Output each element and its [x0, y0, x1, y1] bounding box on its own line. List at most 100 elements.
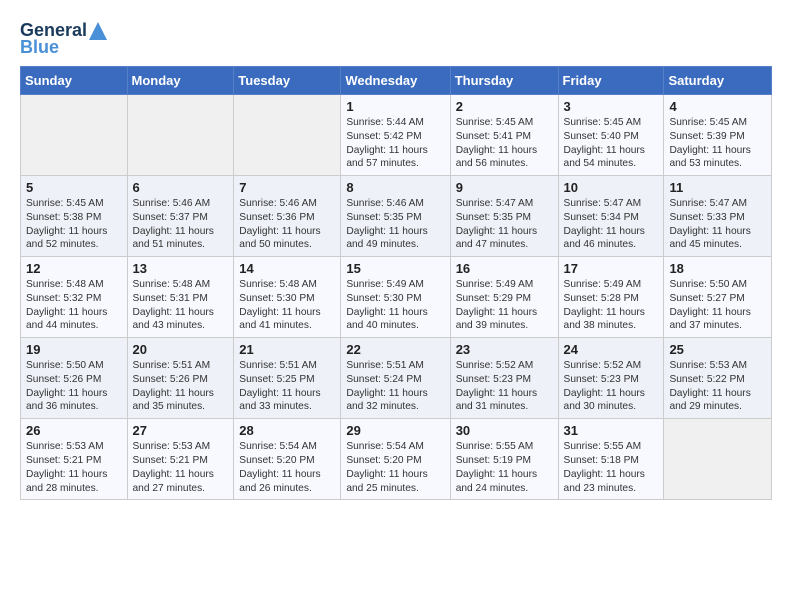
calendar-cell: 14 Sunrise: 5:48 AM Sunset: 5:30 PM Dayli…: [234, 257, 341, 338]
calendar-week-row: 12Sunrise: 5:48 AM Sunset: 5:32 PM Dayli…: [21, 257, 772, 338]
day-number: 31: [564, 423, 659, 438]
cell-info: Sunrise: 5:46 AM Sunset: 5:35 PM Dayligh…: [346, 197, 444, 252]
cell-info: Sunrise: 5:45 AM Sunset: 5:39 PM Dayligh…: [669, 116, 766, 171]
cell-info: Sunrise: 5:49 AM Sunset: 5:30 PM Dayligh…: [346, 278, 444, 333]
calendar-cell: 28 Sunrise: 5:54 AM Sunset: 5:20 PM Dayli…: [234, 419, 341, 500]
calendar-cell: 20 Sunrise: 5:51 AM Sunset: 5:26 PM Dayli…: [127, 338, 234, 419]
calendar-cell: 22Sunrise: 5:51 AM Sunset: 5:24 PM Dayli…: [341, 338, 450, 419]
calendar-cell: 3Sunrise: 5:45 AM Sunset: 5:40 PM Daylig…: [558, 95, 664, 176]
cell-info: Sunrise: 5:50 AM Sunset: 5:26 PM Dayligh…: [26, 359, 122, 414]
calendar-cell: 29 Sunrise: 5:54 AM Sunset: 5:20 PM Dayli…: [341, 419, 450, 500]
day-number: 14: [239, 261, 335, 276]
cell-info: Sunrise: 5:47 AM Sunset: 5:33 PM Dayligh…: [669, 197, 766, 252]
calendar-cell: 15 Sunrise: 5:49 AM Sunset: 5:30 PM Dayli…: [341, 257, 450, 338]
cell-info: Sunrise: 5:45 AM Sunset: 5:41 PM Dayligh…: [456, 116, 553, 171]
calendar-cell: 6 Sunrise: 5:46 AM Sunset: 5:37 PM Daylig…: [127, 176, 234, 257]
cell-info: Sunrise: 5:49 AM Sunset: 5:29 PM Dayligh…: [456, 278, 553, 333]
day-number: 30: [456, 423, 553, 438]
calendar-week-row: 5Sunrise: 5:45 AM Sunset: 5:38 PM Daylig…: [21, 176, 772, 257]
calendar-cell: [21, 95, 128, 176]
day-number: 26: [26, 423, 122, 438]
day-number: 18: [669, 261, 766, 276]
calendar-cell: [127, 95, 234, 176]
cell-info: Sunrise: 5:48 AM Sunset: 5:30 PM Dayligh…: [239, 278, 335, 333]
calendar-cell: 12Sunrise: 5:48 AM Sunset: 5:32 PM Dayli…: [21, 257, 128, 338]
calendar-cell: 26 Sunrise: 5:53 AM Sunset: 5:21 PM Dayli…: [21, 419, 128, 500]
calendar-cell: 2 Sunrise: 5:45 AM Sunset: 5:41 PM Daylig…: [450, 95, 558, 176]
day-number: 11: [669, 180, 766, 195]
calendar-cell: [234, 95, 341, 176]
day-number: 15: [346, 261, 444, 276]
cell-info: Sunrise: 5:47 AM Sunset: 5:34 PM Dayligh…: [564, 197, 659, 252]
day-number: 1: [346, 99, 444, 114]
logo: General Blue: [20, 20, 107, 58]
logo-blue: Blue: [20, 37, 59, 58]
day-number: 16: [456, 261, 553, 276]
cell-info: Sunrise: 5:54 AM Sunset: 5:20 PM Dayligh…: [346, 440, 444, 495]
calendar-cell: 23 Sunrise: 5:52 AM Sunset: 5:23 PM Dayli…: [450, 338, 558, 419]
weekday-header-tuesday: Tuesday: [234, 67, 341, 95]
cell-info: Sunrise: 5:53 AM Sunset: 5:21 PM Dayligh…: [133, 440, 229, 495]
day-number: 13: [133, 261, 229, 276]
calendar-cell: [664, 419, 772, 500]
weekday-header-saturday: Saturday: [664, 67, 772, 95]
cell-info: Sunrise: 5:51 AM Sunset: 5:25 PM Dayligh…: [239, 359, 335, 414]
calendar-cell: 27 Sunrise: 5:53 AM Sunset: 5:21 PM Dayli…: [127, 419, 234, 500]
calendar-cell: 5Sunrise: 5:45 AM Sunset: 5:38 PM Daylig…: [21, 176, 128, 257]
calendar-cell: 31 Sunrise: 5:55 AM Sunset: 5:18 PM Dayli…: [558, 419, 664, 500]
calendar-week-row: 26 Sunrise: 5:53 AM Sunset: 5:21 PM Dayli…: [21, 419, 772, 500]
calendar-cell: 19 Sunrise: 5:50 AM Sunset: 5:26 PM Dayli…: [21, 338, 128, 419]
calendar-week-row: 19 Sunrise: 5:50 AM Sunset: 5:26 PM Dayli…: [21, 338, 772, 419]
cell-info: Sunrise: 5:50 AM Sunset: 5:27 PM Dayligh…: [669, 278, 766, 333]
cell-info: Sunrise: 5:55 AM Sunset: 5:19 PM Dayligh…: [456, 440, 553, 495]
day-number: 20: [133, 342, 229, 357]
calendar-cell: 21Sunrise: 5:51 AM Sunset: 5:25 PM Dayli…: [234, 338, 341, 419]
day-number: 4: [669, 99, 766, 114]
calendar-cell: 1 Sunrise: 5:44 AM Sunset: 5:42 PM Daylig…: [341, 95, 450, 176]
day-number: 24: [564, 342, 659, 357]
weekday-header-monday: Monday: [127, 67, 234, 95]
calendar-week-row: 1 Sunrise: 5:44 AM Sunset: 5:42 PM Daylig…: [21, 95, 772, 176]
day-number: 22: [346, 342, 444, 357]
weekday-header-sunday: Sunday: [21, 67, 128, 95]
logo-triangle-icon: [89, 22, 107, 40]
cell-info: Sunrise: 5:54 AM Sunset: 5:20 PM Dayligh…: [239, 440, 335, 495]
calendar-header-row: SundayMondayTuesdayWednesdayThursdayFrid…: [21, 67, 772, 95]
calendar-table: SundayMondayTuesdayWednesdayThursdayFrid…: [20, 66, 772, 500]
cell-info: Sunrise: 5:44 AM Sunset: 5:42 PM Dayligh…: [346, 116, 444, 171]
calendar-cell: 25 Sunrise: 5:53 AM Sunset: 5:22 PM Dayli…: [664, 338, 772, 419]
calendar-cell: 17Sunrise: 5:49 AM Sunset: 5:28 PM Dayli…: [558, 257, 664, 338]
calendar-cell: 7Sunrise: 5:46 AM Sunset: 5:36 PM Daylig…: [234, 176, 341, 257]
day-number: 27: [133, 423, 229, 438]
calendar-cell: 30 Sunrise: 5:55 AM Sunset: 5:19 PM Dayli…: [450, 419, 558, 500]
day-number: 23: [456, 342, 553, 357]
calendar-cell: 9Sunrise: 5:47 AM Sunset: 5:35 PM Daylig…: [450, 176, 558, 257]
day-number: 25: [669, 342, 766, 357]
page-header: General Blue: [20, 20, 772, 58]
day-number: 2: [456, 99, 553, 114]
day-number: 19: [26, 342, 122, 357]
weekday-header-thursday: Thursday: [450, 67, 558, 95]
calendar-cell: 13 Sunrise: 5:48 AM Sunset: 5:31 PM Dayli…: [127, 257, 234, 338]
cell-info: Sunrise: 5:53 AM Sunset: 5:21 PM Dayligh…: [26, 440, 122, 495]
day-number: 6: [133, 180, 229, 195]
cell-info: Sunrise: 5:49 AM Sunset: 5:28 PM Dayligh…: [564, 278, 659, 333]
cell-info: Sunrise: 5:45 AM Sunset: 5:38 PM Dayligh…: [26, 197, 122, 252]
calendar-cell: 18 Sunrise: 5:50 AM Sunset: 5:27 PM Dayli…: [664, 257, 772, 338]
day-number: 8: [346, 180, 444, 195]
cell-info: Sunrise: 5:48 AM Sunset: 5:31 PM Dayligh…: [133, 278, 229, 333]
cell-info: Sunrise: 5:46 AM Sunset: 5:37 PM Dayligh…: [133, 197, 229, 252]
cell-info: Sunrise: 5:55 AM Sunset: 5:18 PM Dayligh…: [564, 440, 659, 495]
calendar-cell: 10Sunrise: 5:47 AM Sunset: 5:34 PM Dayli…: [558, 176, 664, 257]
cell-info: Sunrise: 5:51 AM Sunset: 5:26 PM Dayligh…: [133, 359, 229, 414]
calendar-cell: 11 Sunrise: 5:47 AM Sunset: 5:33 PM Dayli…: [664, 176, 772, 257]
day-number: 9: [456, 180, 553, 195]
cell-info: Sunrise: 5:53 AM Sunset: 5:22 PM Dayligh…: [669, 359, 766, 414]
day-number: 28: [239, 423, 335, 438]
cell-info: Sunrise: 5:52 AM Sunset: 5:23 PM Dayligh…: [564, 359, 659, 414]
weekday-header-wednesday: Wednesday: [341, 67, 450, 95]
cell-info: Sunrise: 5:52 AM Sunset: 5:23 PM Dayligh…: [456, 359, 553, 414]
calendar-cell: 24 Sunrise: 5:52 AM Sunset: 5:23 PM Dayli…: [558, 338, 664, 419]
day-number: 29: [346, 423, 444, 438]
calendar-cell: 16 Sunrise: 5:49 AM Sunset: 5:29 PM Dayli…: [450, 257, 558, 338]
